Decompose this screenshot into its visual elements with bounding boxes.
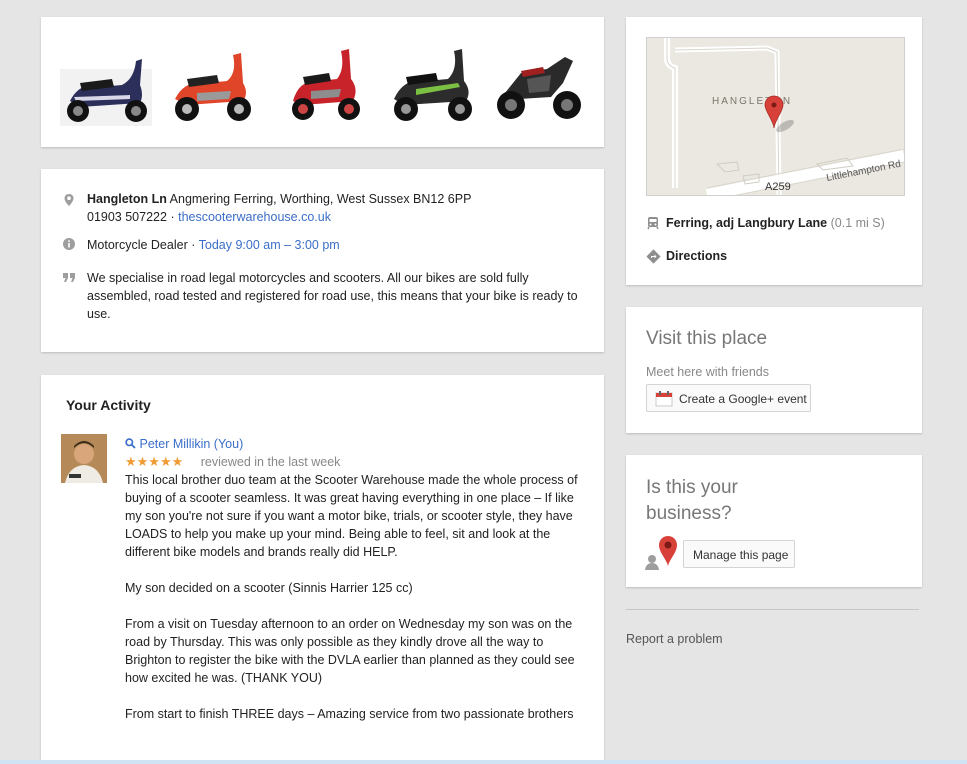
scooter-photo-4[interactable] [386, 39, 478, 129]
map-road-label: A259 [765, 181, 791, 193]
photo-strip [41, 17, 604, 147]
transit-icon [647, 217, 659, 230]
create-event-button[interactable]: Create a Google+ event [646, 384, 811, 412]
transit-row[interactable]: Ferring, adj Langbury Lane (0.1 mi S) [666, 216, 885, 230]
visit-subtitle: Meet here with friends [646, 365, 769, 379]
address-rest: Angmering Ferring, Worthing, West Sussex… [169, 192, 472, 206]
business-title: Is this your business? [646, 475, 738, 527]
category: Motorcycle Dealer [87, 238, 188, 252]
scooter-photo-3[interactable] [279, 39, 371, 129]
your-activity-card: Your Activity Peter Millikin (You) ★★★★★… [41, 375, 604, 764]
quote-icon [63, 273, 75, 282]
review-date: reviewed in the last week [200, 455, 341, 469]
scooter-photo-2[interactable] [167, 39, 259, 129]
reviewer-name[interactable]: Peter Millikin (You) [139, 437, 243, 451]
divider [626, 609, 919, 610]
star-rating: ★★★★★ [125, 454, 184, 469]
report-problem-link[interactable]: Report a problem [626, 632, 723, 646]
street-name: Hangleton Ln [87, 192, 167, 206]
separator-dot: · [191, 238, 196, 252]
transit-distance: (0.1 mi S) [830, 216, 885, 230]
place-info-card: Hangleton Ln Angmering Ferring, Worthing… [41, 169, 604, 352]
owner-pin-icon [645, 536, 677, 570]
map-thumbnail[interactable]: HANGLETON A259 Littlehampton Rd [646, 37, 905, 196]
map-card: HANGLETON A259 Littlehampton Rd Ferring,… [626, 17, 922, 285]
directions-icon [646, 249, 661, 264]
address: Hangleton Ln Angmering Ferring, Worthing… [87, 190, 584, 226]
info-icon [63, 238, 75, 250]
reviewer-row: Peter Millikin (You) [125, 435, 587, 453]
manage-page-button[interactable]: Manage this page [683, 540, 795, 568]
hours-link[interactable]: Today 9:00 am – 3:00 pm [199, 238, 340, 252]
visit-card: Visit this place Meet here with friends … [626, 307, 922, 433]
create-event-label: Create a Google+ event [679, 392, 807, 406]
review: Peter Millikin (You) ★★★★★ reviewed in t… [125, 435, 587, 723]
calendar-icon [655, 391, 673, 407]
place-description: We specialise in road legal motorcycles … [87, 271, 578, 321]
search-icon[interactable] [125, 437, 139, 451]
location-pin-icon [64, 194, 74, 206]
scooter-photo-1[interactable] [60, 39, 152, 129]
phone-number[interactable]: 01903 507222 [87, 210, 167, 224]
business-title-line2: business? [646, 503, 732, 524]
review-paragraph-2: My son decided on a scooter (Sinnis Harr… [125, 581, 413, 595]
avatar[interactable] [61, 434, 107, 483]
rating-row: ★★★★★ reviewed in the last week [125, 453, 587, 471]
transit-stop: Ferring, adj Langbury Lane [666, 216, 828, 230]
bottom-bar [0, 760, 967, 764]
review-paragraph-1: This local brother duo team at the Scoot… [125, 473, 578, 559]
activity-title: Your Activity [66, 397, 151, 413]
review-paragraph-3: From a visit on Tuesday afternoon to an … [125, 617, 575, 685]
review-paragraph-4: From start to finish THREE days – Amazin… [125, 707, 574, 721]
website-link[interactable]: thescooterwarehouse.co.uk [178, 210, 331, 224]
separator-dot: · [170, 210, 175, 224]
business-title-line1: Is this your [646, 477, 738, 498]
motorcycle-photo-5[interactable] [491, 39, 583, 129]
category-hours: Motorcycle Dealer · Today 9:00 am – 3:00… [87, 236, 584, 254]
visit-title: Visit this place [646, 328, 768, 349]
directions-link[interactable]: Directions [666, 249, 727, 263]
business-card: Is this your business? Manage this page [626, 455, 922, 587]
